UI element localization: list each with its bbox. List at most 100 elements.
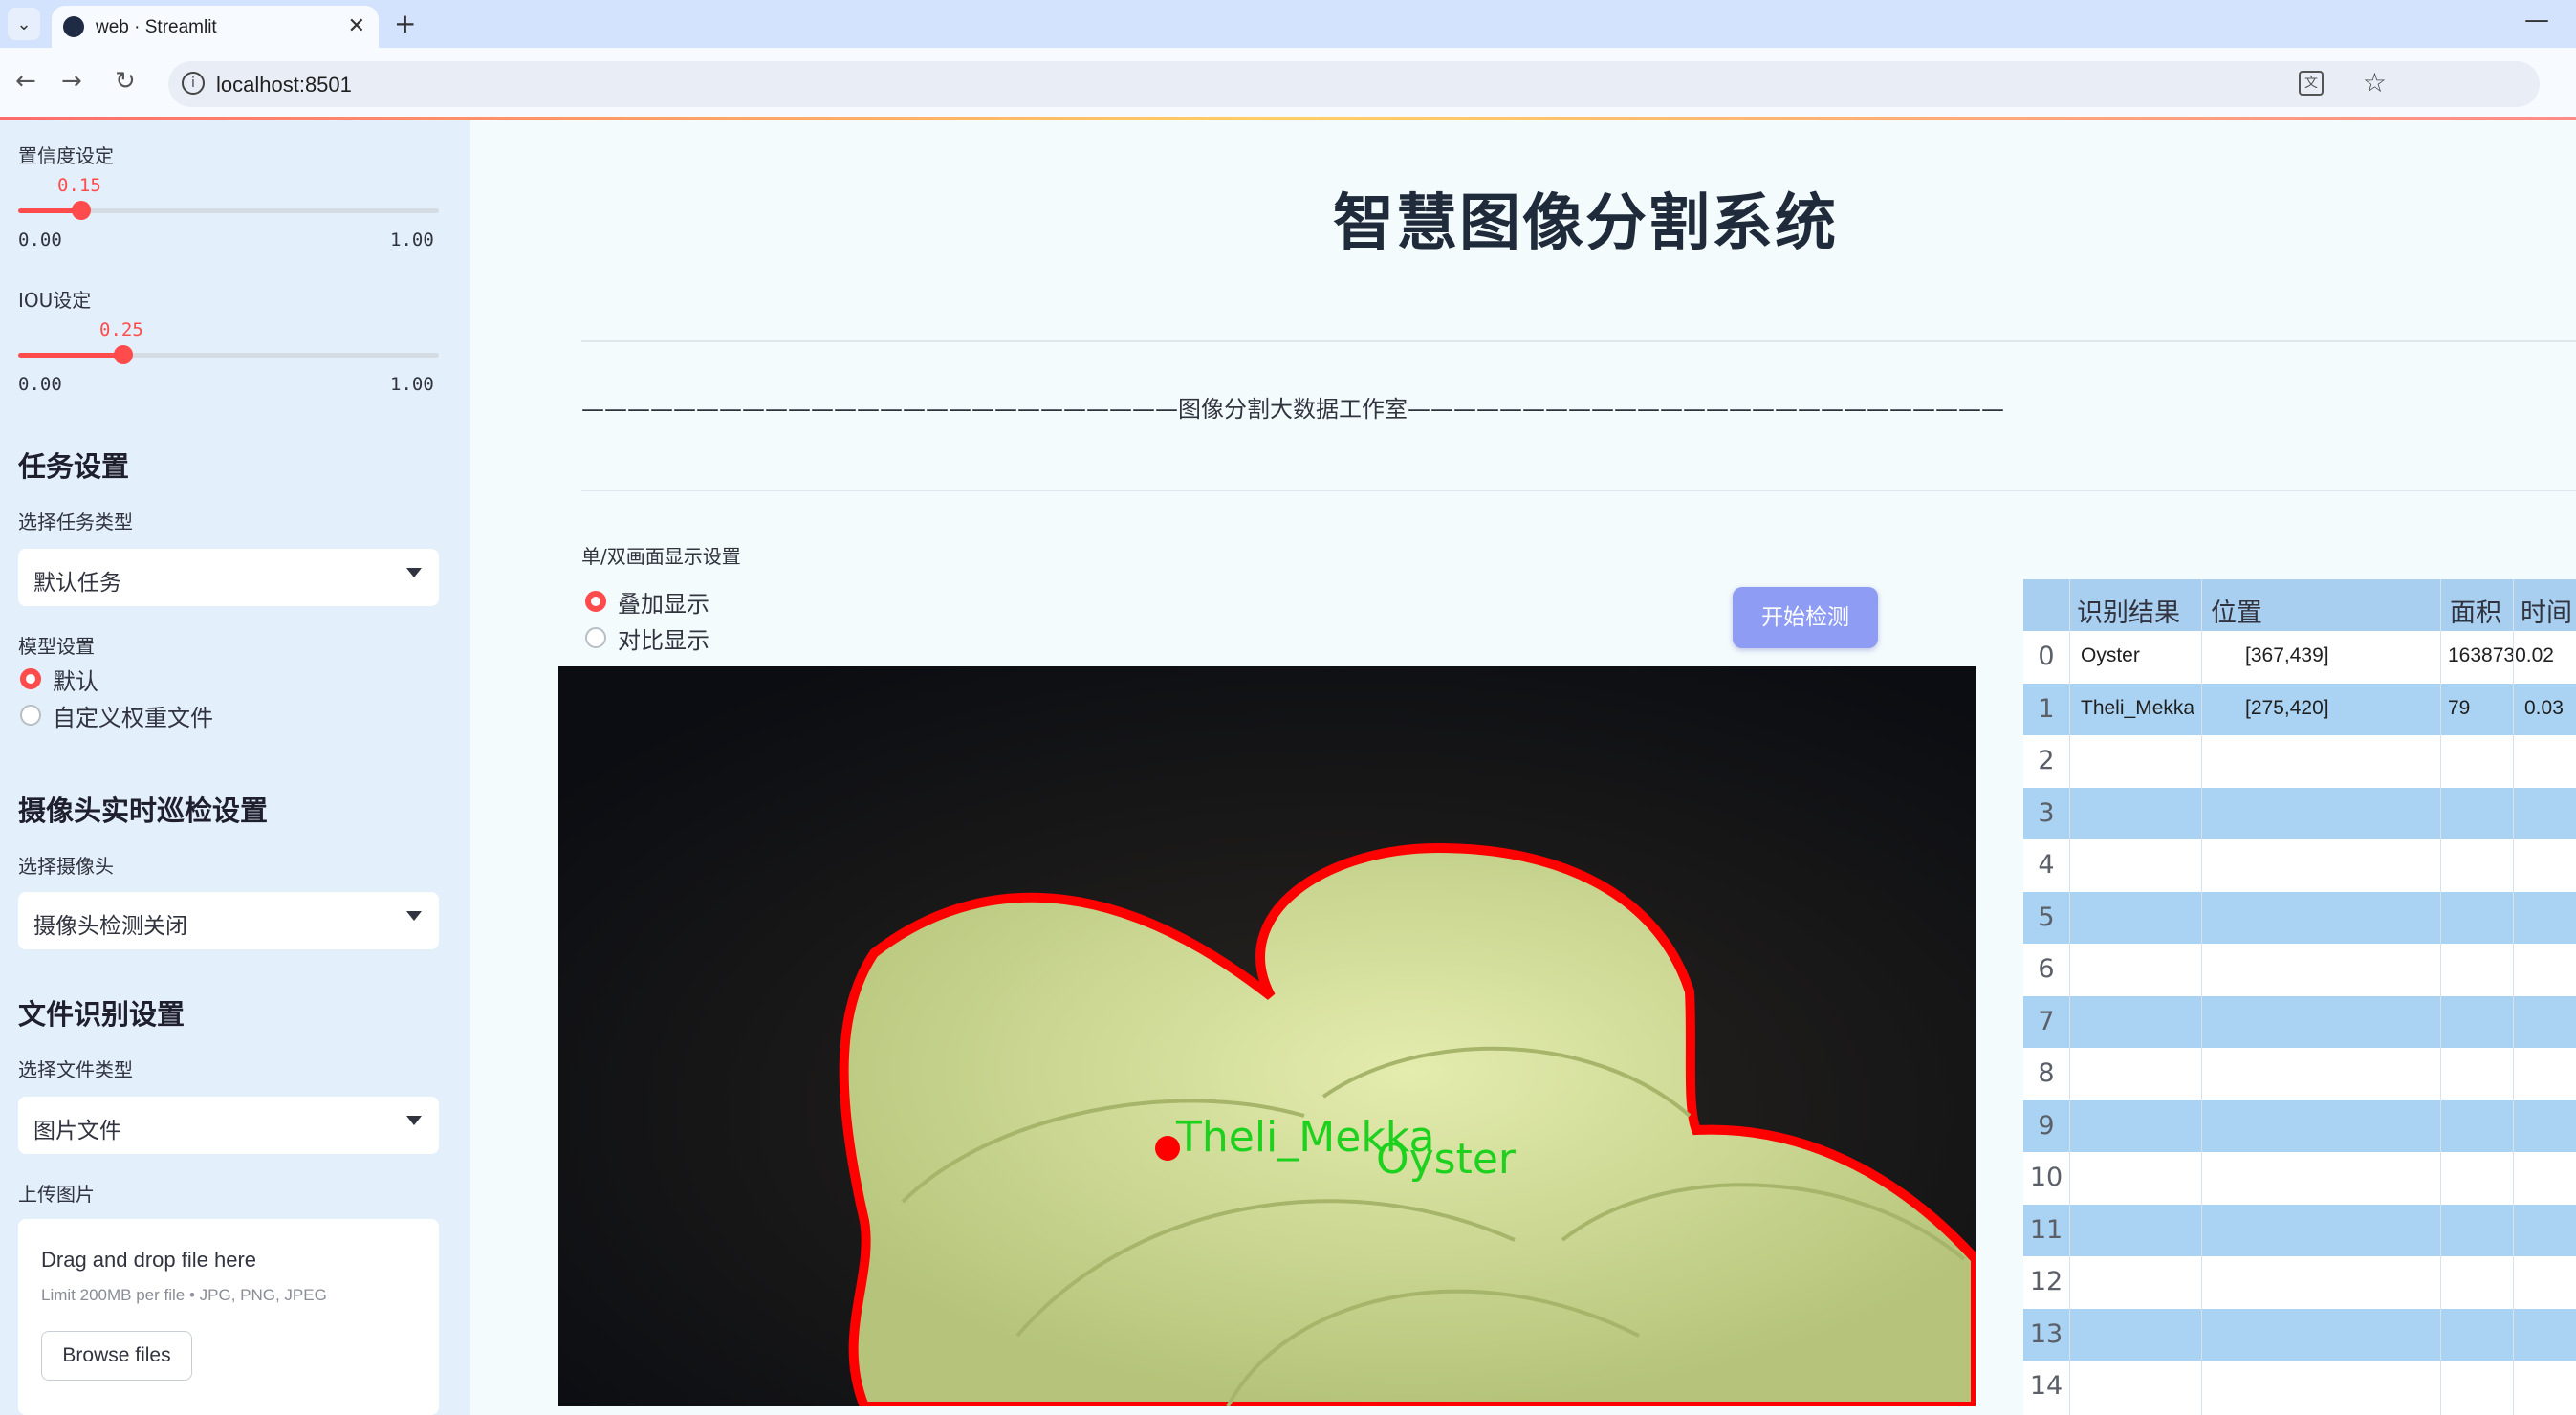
- display-option-compare[interactable]: 对比显示: [585, 623, 709, 654]
- column-header-area[interactable]: 面积: [2450, 592, 2501, 629]
- row-index: 12: [2029, 1267, 2063, 1296]
- table-row[interactable]: 0 Oyster [367,439] 1638730.02: [2023, 631, 2576, 683]
- browser-toolbar: ← → ↻ i localhost:8501 文 ☆: [0, 48, 2576, 119]
- table-row[interactable]: 7: [2023, 995, 2576, 1048]
- radio-unselected-icon[interactable]: [585, 627, 606, 648]
- table-row[interactable]: 5: [2023, 891, 2576, 944]
- translate-icon[interactable]: 文: [2299, 71, 2324, 96]
- row-index: 13: [2029, 1318, 2063, 1349]
- table-row[interactable]: 1 Theli_Mekka [275,420] 79 0.03: [2023, 683, 2576, 735]
- column-header-position[interactable]: 位置: [2211, 592, 2262, 629]
- task-type-label: 选择任务类型: [18, 511, 133, 533]
- table-row[interactable]: 14: [2023, 1361, 2576, 1412]
- iou-label: IOU设定: [18, 289, 92, 312]
- upload-dropzone-title: Drag and drop file here: [41, 1248, 257, 1272]
- task-type-value: 默认任务: [33, 571, 121, 596]
- display-option-overlay[interactable]: 叠加显示: [585, 587, 709, 618]
- address-bar[interactable]: i localhost:8501 文 ☆: [168, 61, 2540, 107]
- radio-unselected-icon[interactable]: [20, 705, 41, 726]
- model-option-label: 自定义权重文件: [53, 704, 213, 731]
- confidence-slider-thumb[interactable]: [72, 201, 91, 220]
- column-divider: [2069, 579, 2070, 1415]
- back-icon[interactable]: ←: [15, 67, 36, 96]
- confidence-max: 1.00: [390, 229, 434, 250]
- column-divider: [2440, 579, 2441, 1415]
- table-row[interactable]: 9: [2023, 1099, 2576, 1152]
- confidence-slider[interactable]: [18, 201, 439, 220]
- site-info-icon[interactable]: i: [182, 72, 205, 95]
- iou-value: 0.25: [99, 319, 143, 340]
- table-row[interactable]: 11: [2023, 1204, 2576, 1256]
- row-index: 9: [2038, 1110, 2055, 1141]
- row-index: 3: [2038, 797, 2055, 828]
- tab-title: web · Streamlit: [96, 17, 217, 37]
- model-option-default[interactable]: 默认: [20, 664, 98, 695]
- close-tab-icon[interactable]: ✕: [348, 14, 365, 38]
- radio-selected-icon[interactable]: [20, 668, 41, 689]
- table-row[interactable]: 12: [2023, 1256, 2576, 1308]
- file-type-label: 选择文件类型: [18, 1058, 133, 1081]
- model-option-label: 默认: [53, 667, 98, 695]
- radio-selected-icon[interactable]: [585, 591, 606, 612]
- display-mode-label: 单/双画面显示设置: [581, 545, 741, 568]
- tab-search-icon[interactable]: ⌄: [8, 8, 40, 40]
- task-settings-header: 任务设置: [18, 450, 130, 483]
- iou-min: 0.00: [18, 374, 62, 395]
- confidence-label: 置信度设定: [18, 144, 114, 167]
- results-table[interactable]: 识别结果 位置 面积 时间 0 Oyster [367,439] 1638730.02…: [2023, 579, 2576, 1415]
- row-index: 1: [2038, 693, 2055, 724]
- camera-select-value: 摄像头检测关闭: [33, 914, 187, 939]
- new-tab-icon[interactable]: +: [394, 8, 416, 39]
- camera-select[interactable]: 摄像头检测关闭: [18, 892, 439, 949]
- table-row[interactable]: 2: [2023, 735, 2576, 787]
- confidence-value: 0.15: [57, 175, 101, 196]
- table-cell: 1638730.02: [2448, 644, 2554, 666]
- column-divider: [2513, 579, 2514, 1415]
- reload-icon[interactable]: ↻: [115, 67, 136, 96]
- table-cell: 0.03: [2524, 696, 2564, 719]
- chevron-down-icon: [406, 911, 422, 921]
- label-oyster: Oyster: [1376, 1135, 1517, 1184]
- row-index: 11: [2029, 1214, 2063, 1245]
- url-text[interactable]: localhost:8501: [216, 73, 352, 98]
- file-uploader-dropzone[interactable]: Drag and drop file here Limit 200MB per …: [18, 1219, 439, 1415]
- studio-banner: ——————————————————————————图像分割大数据工作室————…: [581, 396, 2004, 423]
- row-index: 8: [2038, 1058, 2055, 1088]
- row-index: 5: [2038, 902, 2055, 932]
- display-option-label: 对比显示: [618, 626, 709, 654]
- table-cell: Theli_Mekka: [2081, 696, 2195, 719]
- browser-tab[interactable]: web · Streamlit ✕: [52, 6, 379, 48]
- minimize-icon[interactable]: —: [2524, 6, 2549, 34]
- display-option-label: 叠加显示: [618, 590, 709, 618]
- row-index: 7: [2038, 1006, 2055, 1036]
- browse-files-button[interactable]: Browse files: [41, 1331, 192, 1381]
- task-type-select[interactable]: 默认任务: [18, 549, 439, 606]
- column-header-time[interactable]: 时间: [2521, 592, 2572, 629]
- table-row[interactable]: 8: [2023, 1048, 2576, 1099]
- row-index: 14: [2029, 1371, 2063, 1401]
- column-divider: [2201, 579, 2202, 1415]
- confidence-min: 0.00: [18, 229, 62, 250]
- upload-label: 上传图片: [18, 1183, 95, 1206]
- file-type-value: 图片文件: [33, 1119, 121, 1143]
- forward-icon[interactable]: →: [61, 67, 82, 96]
- divider-top: [581, 340, 2576, 342]
- file-type-select[interactable]: 图片文件: [18, 1097, 439, 1154]
- table-row[interactable]: 10: [2023, 1152, 2576, 1204]
- bookmark-star-icon[interactable]: ☆: [2363, 67, 2387, 98]
- streamlit-logo-icon: [63, 16, 84, 37]
- iou-slider-thumb[interactable]: [114, 345, 133, 364]
- row-index: 2: [2038, 746, 2055, 775]
- table-cell: [367,439]: [2245, 644, 2329, 666]
- table-row[interactable]: 6: [2023, 944, 2576, 995]
- model-option-custom[interactable]: 自定义权重文件: [20, 701, 213, 731]
- iou-slider[interactable]: [18, 345, 439, 364]
- mushroom-segmentation-canvas: Theli_Mekka Oyster: [558, 666, 1976, 1406]
- table-row[interactable]: 13: [2023, 1308, 2576, 1361]
- browser-tab-bar: ⌄ web · Streamlit ✕ + —: [0, 0, 2576, 48]
- table-row[interactable]: 3: [2023, 787, 2576, 839]
- table-cell: Oyster: [2081, 644, 2140, 666]
- start-detection-button[interactable]: 开始检测: [1733, 587, 1878, 648]
- column-header-result[interactable]: 识别结果: [2077, 592, 2180, 629]
- table-row[interactable]: 4: [2023, 839, 2576, 891]
